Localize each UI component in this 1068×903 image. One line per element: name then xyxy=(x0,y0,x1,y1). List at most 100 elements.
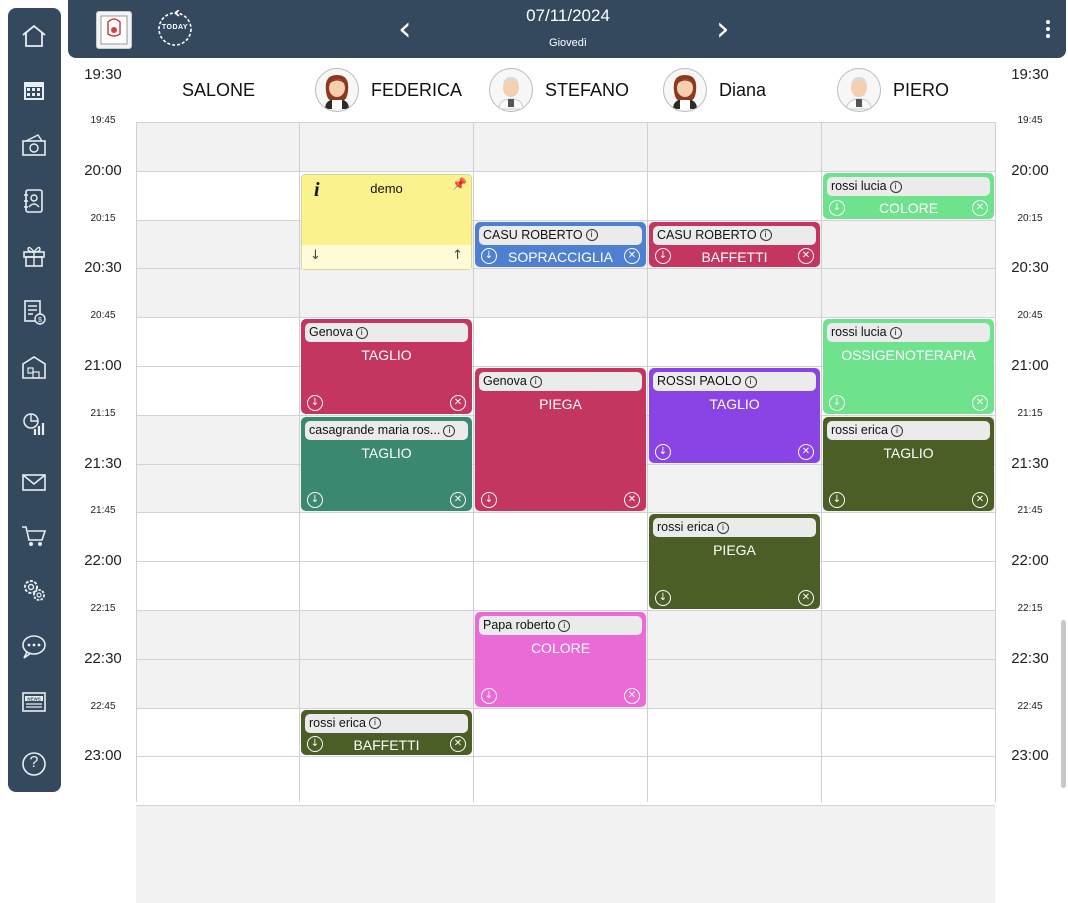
resize-down-icon[interactable]: ↓ xyxy=(481,687,497,704)
home-icon[interactable] xyxy=(20,22,48,50)
grid-line xyxy=(136,268,995,270)
delete-icon[interactable]: ✕ xyxy=(624,687,640,704)
info-icon[interactable]: i xyxy=(585,229,598,242)
resize-down-icon[interactable]: ↓ xyxy=(481,492,497,509)
time-label: 20:45 xyxy=(90,310,116,322)
help-icon[interactable]: ? xyxy=(20,750,48,778)
appointment-card[interactable]: rossi erica i BAFFETTI ↓ ✕ xyxy=(301,709,472,756)
appointment-client: Papa roberto i xyxy=(479,616,642,635)
time-label: 22:45 xyxy=(1017,700,1043,712)
note-card[interactable]: i demo 📌 ↓ ↑ xyxy=(301,174,472,270)
appointment-card[interactable]: CASU ROBERTO i SOPRACCIGLIA ↓ ✕ xyxy=(475,221,646,268)
mail-icon[interactable] xyxy=(20,468,48,496)
appointment-card[interactable]: Genova i PIEGA ↓ ✕ xyxy=(475,368,646,512)
grid-line xyxy=(136,317,995,319)
note-up-arrow-icon[interactable]: ↑ xyxy=(452,248,463,263)
pin-icon[interactable]: 📌 xyxy=(452,177,467,191)
column-header-diana[interactable]: Diana xyxy=(663,64,766,116)
resize-down-icon[interactable]: ↓ xyxy=(829,199,845,216)
appointment-card[interactable]: casagrande maria ros... i TAGLIO ↓ ✕ xyxy=(301,416,472,512)
appointment-card[interactable]: rossi erica i PIEGA ↓ ✕ xyxy=(649,514,820,609)
today-button[interactable]: TODAY xyxy=(156,9,194,48)
column-header-stefano[interactable]: STEFANO xyxy=(489,64,629,116)
client-name: rossi lucia xyxy=(831,178,887,193)
appointment-service: PIEGA xyxy=(713,542,756,559)
delete-icon[interactable]: ✕ xyxy=(798,443,814,460)
info-icon[interactable]: i xyxy=(759,229,772,242)
resize-down-icon[interactable]: ↓ xyxy=(829,394,845,411)
info-icon[interactable]: i xyxy=(889,180,902,193)
calendar-icon[interactable] xyxy=(20,76,48,104)
column-header-piero[interactable]: PIERO xyxy=(837,64,949,116)
note-down-arrow-icon[interactable]: ↓ xyxy=(310,248,321,263)
resize-down-icon[interactable]: ↓ xyxy=(655,443,671,460)
grid-line xyxy=(136,122,995,123)
info-icon[interactable]: i xyxy=(368,717,381,730)
client-name: Papa roberto xyxy=(483,618,556,632)
info-icon[interactable]: i xyxy=(529,375,542,388)
appointment-card[interactable]: rossi lucia i OSSIGENOTERAPIA ↓ ✕ xyxy=(823,319,994,414)
info-icon[interactable]: i xyxy=(443,424,456,437)
delete-icon[interactable]: ✕ xyxy=(972,199,988,216)
current-weekday: Giovedì xyxy=(549,37,587,49)
resize-down-icon[interactable]: ↓ xyxy=(307,394,323,411)
gift-icon[interactable] xyxy=(20,241,48,269)
staff-avatar xyxy=(663,68,707,112)
news-icon[interactable]: NEWS xyxy=(20,688,48,716)
cash-icon[interactable] xyxy=(20,132,48,160)
column-divider xyxy=(136,122,137,802)
scrollbar[interactable] xyxy=(1061,620,1066,788)
appointment-card[interactable]: Papa roberto i COLORE ↓ ✕ xyxy=(475,612,646,707)
appointment-card[interactable]: rossi lucia i COLORE ↓ ✕ xyxy=(823,172,994,219)
salon-logo[interactable] xyxy=(96,11,132,49)
warehouse-icon[interactable] xyxy=(20,353,48,381)
time-label: 22:30 xyxy=(84,649,122,667)
next-day-button[interactable]: › xyxy=(716,12,730,46)
appointment-card[interactable]: Genova i TAGLIO ↓ ✕ xyxy=(301,319,472,414)
time-label: 23:00 xyxy=(84,747,122,765)
current-date[interactable]: 07/11/2024 xyxy=(488,6,648,26)
invoice-icon[interactable]: $ xyxy=(20,298,48,326)
time-label: 22:45 xyxy=(90,700,116,712)
info-icon[interactable]: i xyxy=(744,375,757,388)
settings-icon[interactable] xyxy=(20,576,48,604)
chat-icon[interactable] xyxy=(20,632,48,660)
grid-band xyxy=(136,122,995,171)
time-label: 19:45 xyxy=(1017,115,1043,126)
appointment-card[interactable]: ROSSI PAOLO i TAGLIO ↓ ✕ xyxy=(649,368,820,463)
info-icon[interactable]: i xyxy=(558,619,571,632)
info-icon[interactable]: i xyxy=(716,522,729,535)
chart-icon[interactable] xyxy=(20,410,48,438)
resize-down-icon[interactable]: ↓ xyxy=(829,492,845,509)
more-menu-icon[interactable] xyxy=(1046,20,1050,41)
delete-icon[interactable]: ✕ xyxy=(450,492,466,509)
resize-down-icon[interactable]: ↓ xyxy=(307,492,323,509)
delete-icon[interactable]: ✕ xyxy=(972,492,988,509)
delete-icon[interactable]: ✕ xyxy=(624,492,640,509)
grid-line xyxy=(136,219,995,221)
time-label: 20:00 xyxy=(84,161,122,179)
time-label: 22:15 xyxy=(1017,603,1043,614)
delete-icon[interactable]: ✕ xyxy=(798,589,814,606)
time-label: 20:30 xyxy=(1011,259,1049,277)
appointment-card[interactable]: rossi erica i TAGLIO ↓ ✕ xyxy=(823,416,994,512)
address-book-icon[interactable] xyxy=(20,187,48,215)
column-header-federica[interactable]: FEDERICA xyxy=(315,64,462,116)
resize-down-icon[interactable]: ↓ xyxy=(655,589,671,606)
previous-day-button[interactable]: ‹ xyxy=(398,12,412,46)
appointment-card[interactable]: CASU ROBERTO i BAFFETTI ↓ ✕ xyxy=(649,221,820,268)
info-icon[interactable]: i xyxy=(355,326,368,339)
info-icon[interactable]: i xyxy=(890,424,903,437)
delete-icon[interactable]: ✕ xyxy=(972,394,988,411)
time-label: 21:45 xyxy=(90,505,116,517)
column-header-salone[interactable]: SALONE xyxy=(182,64,255,116)
appointment-service: BAFFETTI xyxy=(701,248,768,265)
cart-icon[interactable] xyxy=(20,522,48,550)
time-label: 20:45 xyxy=(1017,310,1043,322)
appointment-service: TAGLIO xyxy=(883,444,934,461)
info-icon[interactable]: i xyxy=(889,326,902,339)
appointment-client: rossi erica i xyxy=(305,713,468,733)
delete-icon[interactable]: ✕ xyxy=(450,394,466,411)
time-label-left-top: 19:30 xyxy=(84,66,122,83)
client-name: casagrande maria ros... xyxy=(309,422,441,437)
